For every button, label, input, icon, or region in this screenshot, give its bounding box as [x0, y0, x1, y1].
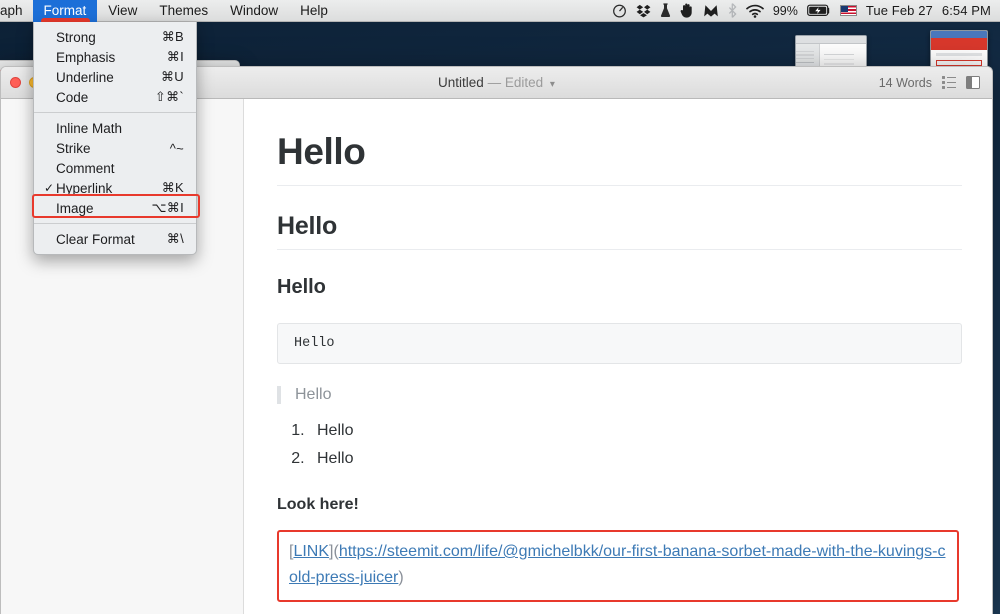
- thumbnail-line: [936, 53, 982, 56]
- menu-option-label: Strike: [56, 140, 91, 156]
- word-count-label: 14 Words: [878, 75, 932, 90]
- chevron-down-icon[interactable]: ▾: [550, 79, 555, 90]
- hyperlink-highlight-box: [LINK](https://steemit.com/life/@gmichel…: [277, 530, 959, 602]
- document-ordered-list: Hello Hello: [277, 422, 962, 468]
- link-text[interactable]: LINK: [293, 543, 329, 560]
- toggle-sidebar-icon[interactable]: [966, 76, 980, 89]
- titlebar-right-controls[interactable]: 14 Words: [879, 76, 992, 90]
- mac-menu-bar[interactable]: aph Format View Themes Window Help 99% T…: [0, 0, 1000, 22]
- document-bold-line: Look here!: [277, 496, 359, 513]
- document-markdown-link[interactable]: [LINK](https://steemit.com/life/@gmichel…: [289, 539, 947, 591]
- thumbnail-titlebar: [796, 36, 866, 44]
- document-code-block: Hello: [277, 323, 962, 364]
- close-button-icon[interactable]: [10, 77, 21, 88]
- menu-separator: [34, 112, 196, 113]
- menu-option-emphasis[interactable]: Emphasis ⌘I: [34, 47, 196, 67]
- menu-option-shortcut: ^~: [169, 140, 184, 156]
- menu-option-label: Emphasis: [56, 49, 116, 65]
- menu-option-label: Code: [56, 89, 89, 105]
- thumbnail-header: [931, 38, 987, 50]
- link-close-paren: ): [398, 569, 404, 586]
- menubar-date[interactable]: Tue Feb 27: [866, 3, 933, 18]
- title-separator: —: [487, 75, 502, 90]
- menu-item-window[interactable]: Window: [219, 0, 289, 22]
- menu-option-strong[interactable]: Strong ⌘B: [34, 27, 196, 47]
- document-heading-2: Hello: [277, 212, 962, 250]
- menu-item-paragraph[interactable]: aph: [0, 0, 33, 22]
- checkmark-icon: ✓: [44, 181, 55, 195]
- dropbox-icon[interactable]: [636, 4, 651, 18]
- menu-option-label: Image: [56, 200, 94, 216]
- outline-list-icon[interactable]: [942, 76, 956, 89]
- menu-item-view[interactable]: View: [97, 0, 148, 22]
- edited-status: Edited: [504, 75, 544, 90]
- menu-option-label: Inline Math: [56, 120, 123, 136]
- menu-option-shortcut: ⇧⌘`: [154, 89, 184, 104]
- battery-percent-label: 99%: [772, 3, 798, 18]
- menu-option-shortcut: ⌘I: [166, 49, 184, 64]
- bluetooth-icon[interactable]: [728, 3, 737, 18]
- menu-option-clear-format[interactable]: Clear Format ⌘\: [34, 229, 196, 249]
- menu-option-shortcut: ⌘K: [161, 180, 184, 195]
- menu-bar-status-items[interactable]: 99% Tue Feb 27 6:54 PM: [612, 0, 1000, 22]
- link-url[interactable]: https://steemit.com/life/@gmichelbkk/our…: [289, 543, 946, 586]
- menu-item-themes[interactable]: Themes: [148, 0, 219, 22]
- menu-option-label: Hyperlink: [56, 180, 113, 196]
- flask-icon[interactable]: [660, 3, 671, 18]
- us-flag-icon[interactable]: [839, 5, 857, 16]
- menu-separator: [34, 223, 196, 224]
- hand-icon[interactable]: [680, 3, 694, 18]
- list-item: Hello: [309, 422, 962, 440]
- menu-option-hyperlink[interactable]: ✓ Hyperlink ⌘K: [34, 178, 196, 198]
- menu-option-label: Strong: [56, 29, 96, 45]
- list-item: Hello: [309, 450, 962, 468]
- document-title: Untitled: [438, 75, 484, 90]
- menu-option-label: Comment: [56, 160, 115, 176]
- menu-option-strike[interactable]: Strike ^~: [34, 138, 196, 158]
- wifi-icon[interactable]: [745, 4, 764, 18]
- menu-option-image[interactable]: Image ⌥⌘I: [34, 198, 196, 218]
- menu-option-inline-math[interactable]: Inline Math: [34, 118, 196, 138]
- menu-item-help[interactable]: Help: [289, 0, 339, 22]
- document-heading-3: Hello: [277, 276, 326, 298]
- document-content-area[interactable]: Hello Hello Hello Hello Hello Hello Hell…: [244, 99, 992, 614]
- document-heading-1: Hello: [277, 131, 962, 186]
- malwarebytes-icon[interactable]: [703, 3, 719, 18]
- menu-option-shortcut: ⌘B: [161, 29, 184, 44]
- timer-icon[interactable]: [612, 3, 627, 18]
- menu-option-shortcut: ⌥⌘I: [151, 200, 184, 215]
- menu-option-shortcut: ⌘U: [161, 69, 184, 84]
- menu-option-comment[interactable]: Comment: [34, 158, 196, 178]
- format-dropdown-menu[interactable]: Strong ⌘B Emphasis ⌘I Underline ⌘U Code …: [32, 22, 200, 255]
- menu-option-code[interactable]: Code ⇧⌘`: [34, 87, 196, 107]
- battery-icon[interactable]: [806, 4, 831, 17]
- menu-option-shortcut: ⌘\: [166, 231, 184, 246]
- menu-option-label: Clear Format: [56, 231, 135, 247]
- menubar-time[interactable]: 6:54 PM: [942, 3, 991, 18]
- document-blockquote: Hello: [277, 386, 962, 404]
- thumbnail-tab: [931, 31, 987, 38]
- menu-option-underline[interactable]: Underline ⌘U: [34, 67, 196, 87]
- menu-option-label: Underline: [56, 69, 114, 85]
